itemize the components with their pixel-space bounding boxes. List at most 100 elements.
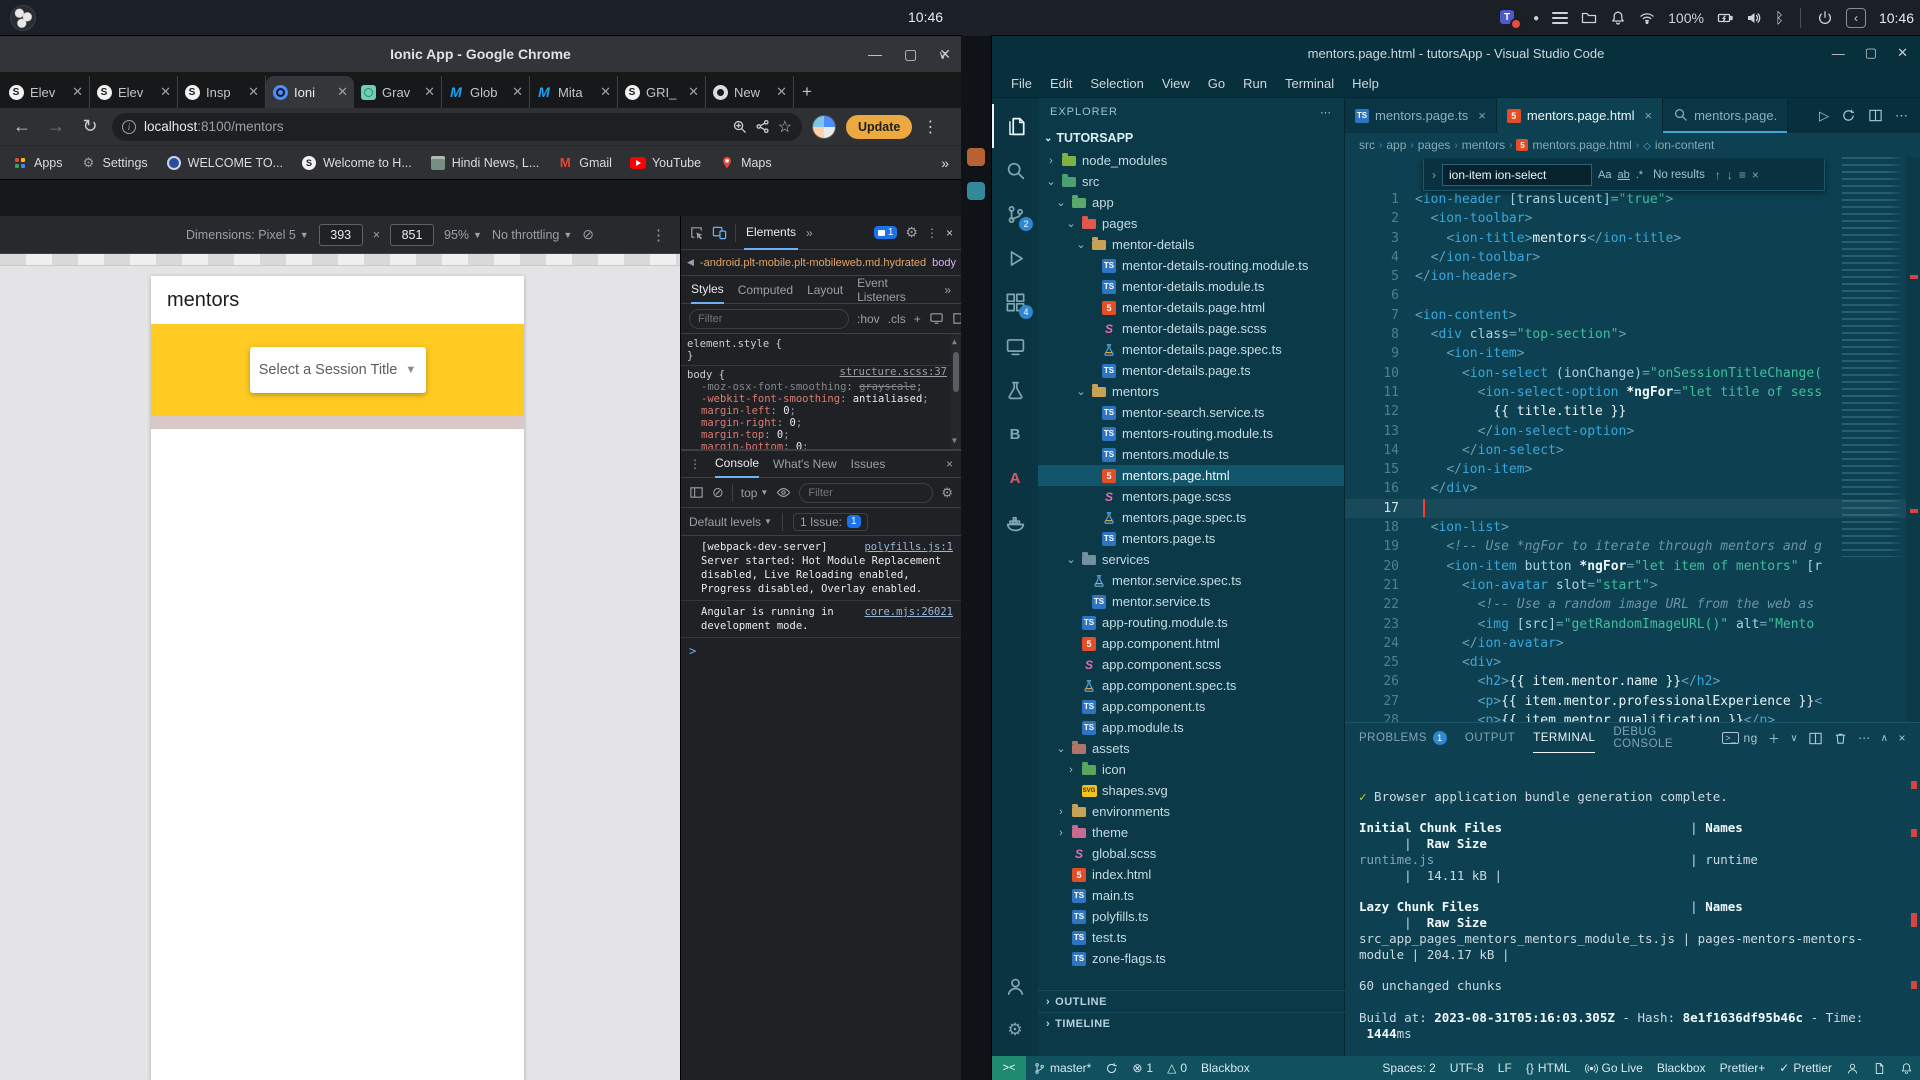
tab-console[interactable]: Console: [715, 450, 759, 478]
editor-tab[interactable]: mentors.page.: [1663, 98, 1788, 133]
activity-beaker-icon[interactable]: [992, 368, 1038, 412]
panel-maximize-icon[interactable]: ∧: [1881, 733, 1889, 744]
update-button[interactable]: Update: [846, 115, 912, 139]
status-item[interactable]: [1839, 1062, 1866, 1075]
chrome-titlebar[interactable]: Ionic App - Google Chrome — ▢ ✕: [0, 36, 961, 72]
console-filter-input[interactable]: [799, 483, 933, 503]
tree-item[interactable]: Smentors.page.scss: [1038, 486, 1344, 507]
activity-debug-icon[interactable]: [992, 236, 1038, 280]
tab-close-icon[interactable]: ✕: [337, 84, 348, 100]
remote-indicator[interactable]: ><: [992, 1056, 1026, 1080]
tree-chevron-icon[interactable]: ⌄: [1046, 175, 1056, 188]
tree-item[interactable]: mentors.page.spec.ts: [1038, 507, 1344, 528]
address-bar[interactable]: i localhost:8100/mentors ☆: [112, 113, 802, 141]
activity-docker-icon[interactable]: [992, 500, 1038, 544]
viewport-width-input[interactable]: [319, 224, 363, 246]
clock-left[interactable]: 10:46: [908, 9, 943, 25]
tab-elements[interactable]: Elements: [744, 216, 798, 250]
outline-section[interactable]: ›OUTLINE: [1038, 990, 1345, 1012]
maximize-icon[interactable]: ▢: [904, 46, 917, 63]
tab-search-icon[interactable]: ∨: [938, 48, 947, 62]
console-message[interactable]: polyfills.js:1[webpack-dev-server] Serve…: [681, 536, 961, 601]
css-property[interactable]: margin-top: 0;: [687, 429, 955, 441]
device-select[interactable]: Dimensions: Pixel 5▼: [186, 228, 309, 242]
console-settings-icon[interactable]: ⚙: [941, 485, 953, 501]
tab-close-icon[interactable]: ✕: [160, 84, 171, 100]
breadcrumb-item[interactable]: mentors: [1462, 138, 1505, 152]
styles-scrollbar[interactable]: ▲▼: [951, 334, 961, 449]
tree-chevron-icon[interactable]: ⌄: [1066, 217, 1076, 230]
bluetooth-icon[interactable]: ᛒ: [1775, 10, 1784, 27]
activity-files-icon[interactable]: [992, 104, 1038, 148]
status-item-blackbox[interactable]: Blackbox: [1650, 1061, 1713, 1075]
new-tab-button[interactable]: +: [802, 82, 812, 102]
tree-item[interactable]: Sapp.component.scss: [1038, 654, 1344, 675]
tree-item[interactable]: TSapp-routing.module.ts: [1038, 612, 1344, 633]
tree-item[interactable]: ⌄app: [1038, 192, 1344, 213]
status-item-lf[interactable]: LF: [1491, 1061, 1519, 1075]
activity-search-icon[interactable]: [992, 148, 1038, 192]
find-in-selection-icon[interactable]: ≡: [1739, 168, 1746, 182]
breadcrumb-left-icon[interactable]: ◀: [687, 257, 694, 268]
tree-item[interactable]: TSapp.component.ts: [1038, 696, 1344, 717]
browser-tab[interactable]: New✕: [706, 76, 794, 108]
console-sidebar-icon[interactable]: [689, 485, 704, 500]
css-property[interactable]: -moz-osx-font-smoothing: grayscale;: [687, 381, 955, 393]
site-info-icon[interactable]: i: [122, 120, 136, 134]
clock-right[interactable]: 10:46: [1879, 10, 1914, 26]
console-clear-icon[interactable]: ⊘: [712, 484, 724, 501]
status-item-utf-8[interactable]: UTF-8: [1443, 1061, 1491, 1075]
close-icon[interactable]: ✕: [1897, 45, 1908, 61]
bookmark-item[interactable]: YouTube: [630, 155, 701, 171]
console-issues-badge[interactable]: 1: [874, 226, 898, 239]
split-editor-icon[interactable]: [1868, 108, 1883, 123]
browser-tab[interactable]: MGlob✕: [442, 76, 530, 108]
rendering-icon[interactable]: [929, 311, 944, 326]
tree-chevron-icon[interactable]: ›: [1056, 827, 1066, 839]
tray-menu-icon[interactable]: [1552, 9, 1568, 27]
tree-item[interactable]: ⌄src: [1038, 171, 1344, 192]
bookmark-star-icon[interactable]: ☆: [778, 117, 792, 137]
editor-tab[interactable]: TSmentors.page.ts×: [1345, 98, 1497, 133]
chrome-menu-icon[interactable]: ⋮: [922, 117, 938, 137]
tab-close-icon[interactable]: ✕: [512, 84, 523, 100]
console-context-select[interactable]: top▼: [741, 486, 769, 500]
tab-close-icon[interactable]: ×: [1478, 108, 1486, 123]
throttling-select[interactable]: No throttling▼: [492, 228, 572, 242]
browser-tab[interactable]: Ioni✕: [266, 76, 354, 108]
status-item-html[interactable]: {}HTML: [1519, 1061, 1578, 1075]
run-icon[interactable]: ▷: [1819, 108, 1829, 124]
tree-item[interactable]: mentor.service.spec.ts: [1038, 570, 1344, 591]
breadcrumb-item[interactable]: pages: [1418, 138, 1451, 152]
tree-item[interactable]: ⌄mentors: [1038, 381, 1344, 402]
tree-item[interactable]: SVGshapes.svg: [1038, 780, 1344, 801]
tab-close-icon[interactable]: ✕: [424, 84, 435, 100]
new-terminal-icon[interactable]: ＋: [1768, 730, 1781, 747]
devtools-menu-icon[interactable]: ⋮: [926, 226, 938, 240]
bookmark-item[interactable]: SWelcome to H...: [301, 155, 412, 171]
bookmark-item[interactable]: ⚙Settings: [81, 155, 148, 171]
tab-close-icon[interactable]: ✕: [776, 84, 787, 100]
reload-icon[interactable]: ↻: [78, 116, 102, 137]
browser-tab[interactable]: SInsp✕: [178, 76, 266, 108]
panel-tab-debug-console[interactable]: DEBUG CONSOLE: [1613, 723, 1704, 753]
kill-terminal-icon[interactable]: [1833, 731, 1848, 746]
menu-run[interactable]: Run: [1234, 73, 1276, 94]
menu-terminal[interactable]: Terminal: [1276, 73, 1343, 94]
css-property[interactable]: margin-left: 0;: [687, 405, 955, 417]
activity-gear-icon[interactable]: ⚙: [992, 1008, 1038, 1052]
back-icon[interactable]: ←: [10, 116, 34, 137]
styles-more-tabs-icon[interactable]: »: [944, 283, 951, 297]
devtools-more-tabs-icon[interactable]: »: [806, 226, 813, 240]
activity-scm-icon[interactable]: 2: [992, 192, 1038, 236]
share-icon[interactable]: [755, 119, 770, 134]
regex-toggle[interactable]: .*: [1636, 169, 1643, 181]
tree-item[interactable]: TSmentor-details-routing.module.ts: [1038, 255, 1344, 276]
split-terminal-icon[interactable]: [1808, 731, 1823, 746]
workspace-root[interactable]: ⌄TUTORSAPP: [1038, 126, 1344, 150]
power-icon[interactable]: [1817, 10, 1833, 26]
tab-computed[interactable]: Computed: [738, 283, 793, 297]
source-link[interactable]: core.mjs:26021: [864, 605, 953, 619]
styles-pane[interactable]: element.style { } body { structure.scss:…: [681, 334, 961, 450]
activity-remote-icon[interactable]: [992, 324, 1038, 368]
